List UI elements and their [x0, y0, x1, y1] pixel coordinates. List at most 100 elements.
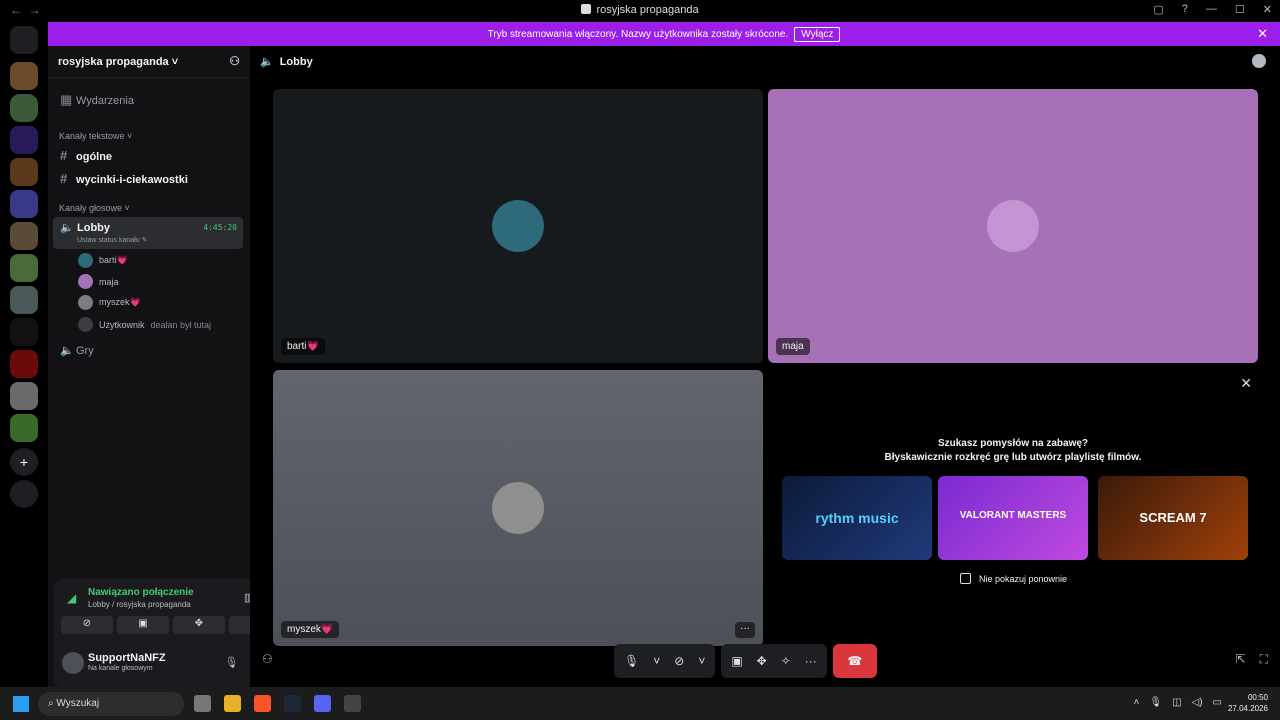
invite-to-call-icon[interactable]: ⚇	[262, 652, 273, 666]
task-view-icon[interactable]	[194, 695, 211, 712]
streamer-mode-banner: Tryb streamowania włączony. Nazwy użytko…	[48, 22, 1280, 46]
banner-text: Tryb streamowania włączony. Nazwy użytko…	[487, 28, 789, 40]
help-icon[interactable]: ?	[1182, 3, 1188, 16]
set-channel-status[interactable]: Ustaw status kanału ✎	[77, 236, 147, 244]
popout-icon[interactable]: ⇱	[1236, 652, 1246, 667]
invite-icon[interactable]: ⚇	[229, 54, 240, 68]
server-icon[interactable]	[10, 414, 38, 442]
steam-icon[interactable]	[284, 695, 301, 712]
call-timer: 4:45:20	[203, 223, 237, 232]
server-header[interactable]: rosyjska propaganda ˅ ⚇	[48, 46, 250, 78]
voice-channel-gry[interactable]: 🔈 Gry	[60, 344, 250, 357]
avatar	[78, 295, 93, 310]
inbox-icon[interactable]: ▢	[1153, 3, 1163, 16]
channel-sidebar: rosyjska propaganda ˅ ⚇ ▦ Wydarzenia Kana…	[48, 46, 292, 687]
server-icon[interactable]	[10, 350, 38, 378]
server-icon[interactable]	[10, 254, 38, 282]
more-options-button[interactable]: ···	[735, 622, 755, 638]
volume-icon[interactable]: ◁)	[1192, 697, 1203, 708]
soundboard-icon[interactable]: ✧	[781, 654, 791, 668]
activities-icon[interactable]: ✥	[757, 654, 767, 668]
video-tile[interactable]: maja	[768, 89, 1258, 363]
avatar	[987, 200, 1039, 252]
voice-category[interactable]: Kanały głosowe ˅	[59, 203, 130, 213]
network-icon[interactable]: ◫	[1172, 697, 1181, 708]
camera-off-button[interactable]: ⊘	[61, 616, 113, 634]
discord-home-icon[interactable]	[10, 26, 38, 54]
ghost-member: Użytkownik dealan był tutaj	[78, 317, 211, 332]
avatar	[492, 482, 544, 534]
taskbar-search[interactable]: ⌕ Wyszukaj	[38, 692, 184, 716]
checkbox[interactable]	[960, 573, 971, 584]
discord-app-icon	[581, 4, 592, 14]
voice-member[interactable]: barti💗	[78, 253, 128, 268]
speaker-icon: 🔈	[60, 222, 74, 234]
add-server-icon[interactable]: +	[10, 448, 38, 476]
window-title: rosyjska propaganda	[0, 4, 1280, 16]
server-icon[interactable]	[10, 158, 38, 186]
share-screen-button[interactable]: ▣	[117, 616, 169, 634]
channel-ogolne[interactable]: # ogólne	[60, 148, 250, 163]
speaker-icon: 🔈	[260, 56, 274, 68]
close-banner-icon[interactable]: ✕	[1257, 26, 1268, 42]
username[interactable]: SupportNaNFZ	[88, 652, 166, 664]
avatar	[492, 200, 544, 252]
tile-name: maja	[776, 338, 810, 355]
text-category[interactable]: Kanały tekstowe ˅	[59, 131, 132, 141]
maximize-button[interactable]: ☐	[1235, 3, 1245, 16]
file-explorer-icon[interactable]	[224, 695, 241, 712]
activity-card[interactable]: VALORANT MASTERS	[938, 476, 1088, 560]
minimize-button[interactable]: —	[1206, 3, 1217, 16]
activities-button[interactable]: ✥	[173, 616, 225, 634]
connection-status[interactable]: Nawiązano połączenie	[88, 587, 194, 598]
chevron-down-icon[interactable]: ˅	[653, 654, 660, 668]
share-screen-icon[interactable]: ▣	[731, 654, 742, 668]
disconnect-button[interactable]: ☎	[832, 644, 877, 678]
fullscreen-icon[interactable]: ⛶	[1260, 652, 1268, 667]
server-icon[interactable]	[10, 382, 38, 410]
connection-location[interactable]: Lobby / rosyjska propaganda	[88, 600, 191, 609]
activity-card[interactable]: rythm music	[782, 476, 932, 560]
tray-chevron-icon[interactable]: ˄	[1134, 697, 1140, 708]
discover-icon[interactable]	[10, 480, 38, 508]
user-status: Na kanale głosowym	[88, 665, 153, 672]
server-icon[interactable]	[10, 286, 38, 314]
disable-streamer-mode-button[interactable]: Wyłącz	[794, 26, 841, 42]
discord-icon[interactable]	[314, 695, 331, 712]
events-item[interactable]: ▦ Wydarzenia	[60, 92, 250, 108]
battery-icon[interactable]: ▭	[1213, 697, 1222, 708]
activity-promo: ✕ Szukasz pomysłów na zabawę? Błyskawicz…	[768, 370, 1258, 646]
chevron-down-icon[interactable]: ˅	[698, 654, 705, 668]
brave-icon[interactable]	[254, 695, 271, 712]
server-icon[interactable]	[10, 318, 38, 346]
mic-tray-icon[interactable]: 🎙	[1149, 697, 1162, 708]
microphone-icon[interactable]: 🎙	[225, 656, 239, 669]
tile-name: myszek💗	[281, 621, 340, 638]
video-tile[interactable]: barti💗	[273, 89, 763, 363]
voice-channel-lobby[interactable]: 🔈 Lobby 4:45:20 Ustaw status kanału ✎	[53, 217, 243, 249]
camera-off-icon[interactable]: ⊘	[674, 654, 684, 668]
video-tile[interactable]: myszek💗 ···	[273, 370, 763, 646]
close-window-button[interactable]: ✕	[1263, 3, 1272, 16]
dont-show-again[interactable]: Nie pokazuj ponownie	[960, 573, 1067, 584]
channel-wycinki[interactable]: # wycinki-i-ciekawostki	[60, 171, 250, 186]
avatar	[78, 317, 93, 332]
server-icon[interactable]	[10, 190, 38, 218]
clock[interactable]: 00:50 27.04.2026	[1228, 692, 1268, 714]
avatar[interactable]	[62, 652, 84, 674]
call-controls: 🎙 ˅ ⊘ ˅ ▣ ✥ ✧ ··· ☎	[614, 644, 877, 678]
close-promo-icon[interactable]: ✕	[1240, 375, 1252, 392]
server-icon[interactable]	[10, 94, 38, 122]
chat-icon[interactable]	[1252, 54, 1266, 68]
server-icon[interactable]	[10, 222, 38, 250]
channel-header: 🔈 Lobby	[260, 56, 313, 68]
windows-start-icon[interactable]	[13, 696, 29, 712]
activity-card[interactable]: SCREAM 7	[1098, 476, 1248, 560]
voice-member[interactable]: myszek💗	[78, 295, 141, 310]
more-icon[interactable]: ···	[805, 654, 817, 668]
voice-member[interactable]: maja	[78, 274, 119, 289]
server-icon[interactable]	[10, 126, 38, 154]
microphone-icon[interactable]: 🎙	[624, 654, 639, 668]
server-icon[interactable]	[10, 62, 38, 90]
app-icon[interactable]	[344, 695, 361, 712]
